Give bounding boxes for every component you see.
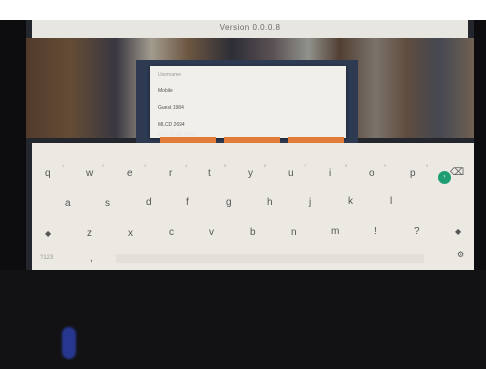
key-hint-1: 1	[62, 163, 65, 168]
key-h[interactable]: h	[267, 197, 273, 208]
key-question[interactable]: ?	[414, 226, 420, 237]
key-l[interactable]: l	[390, 196, 392, 207]
key-hint-7: 7	[304, 163, 307, 168]
key-i[interactable]: i	[329, 168, 331, 179]
top-white-gap	[0, 0, 486, 20]
key-r[interactable]: r	[169, 168, 172, 179]
key-y[interactable]: y	[248, 168, 253, 179]
dropdown-placeholder: Username	[158, 72, 182, 78]
key-d[interactable]: d	[146, 197, 152, 208]
dropdown-option-2[interactable]: Guest 1984	[158, 105, 184, 111]
shift-right-icon[interactable]: ◆	[455, 227, 461, 236]
key-hint-2: 2	[102, 163, 105, 168]
blue-light-reflection	[62, 327, 76, 359]
backspace-icon[interactable]: ⌫	[450, 167, 464, 178]
key-p[interactable]: p	[410, 168, 416, 179]
key-k[interactable]: k	[348, 196, 353, 207]
key-o[interactable]: o	[369, 168, 375, 179]
key-s[interactable]: s	[105, 198, 110, 209]
window-title: Version 0.0.0.8	[219, 23, 281, 32]
key-hint-9: 9	[384, 163, 387, 168]
key-t[interactable]: t	[208, 168, 211, 179]
key-v[interactable]: v	[209, 227, 214, 238]
key-x[interactable]: x	[128, 228, 133, 239]
shift-left-icon[interactable]: ◆	[45, 229, 51, 238]
key-hint-0: 0	[426, 163, 429, 168]
key-m[interactable]: m	[331, 226, 339, 237]
space-bar[interactable]	[116, 254, 424, 263]
key-hint-4: 4	[185, 163, 188, 168]
go-icon[interactable]: ›	[438, 171, 451, 184]
onscreen-keyboard: 1 q 2 w 3 e 4 r 5 t 6 y 7 u 8 i 9 o 0 p …	[32, 143, 474, 270]
key-b[interactable]: b	[250, 227, 256, 238]
key-g[interactable]: g	[226, 197, 232, 208]
key-hint-3: 3	[144, 163, 147, 168]
comma-key[interactable]: ,	[90, 253, 93, 264]
key-u[interactable]: u	[288, 168, 294, 179]
settings-icon[interactable]: ⚙	[457, 250, 464, 259]
username-dropdown[interactable]: Username Mobile Guest 1984 MLCD 2694	[150, 66, 346, 138]
dropdown-option-3[interactable]: MLCD 2694	[158, 122, 185, 128]
title-bar: Version 0.0.0.8	[32, 20, 468, 38]
dropdown-option-1[interactable]: Mobile	[158, 88, 173, 94]
key-f[interactable]: f	[186, 197, 189, 208]
key-hint-6: 6	[264, 163, 267, 168]
symbols-key[interactable]: ?123	[40, 255, 53, 261]
key-j[interactable]: j	[309, 197, 311, 208]
key-z[interactable]: z	[87, 228, 92, 239]
key-a[interactable]: a	[65, 198, 71, 209]
key-n[interactable]: n	[291, 227, 297, 238]
key-hint-8: 8	[345, 163, 348, 168]
key-c[interactable]: c	[169, 227, 174, 238]
key-w[interactable]: w	[86, 168, 93, 179]
key-hint-5: 5	[224, 163, 227, 168]
key-exclamation[interactable]: !	[374, 226, 377, 237]
key-e[interactable]: e	[127, 168, 133, 179]
key-q[interactable]: q	[45, 168, 51, 179]
